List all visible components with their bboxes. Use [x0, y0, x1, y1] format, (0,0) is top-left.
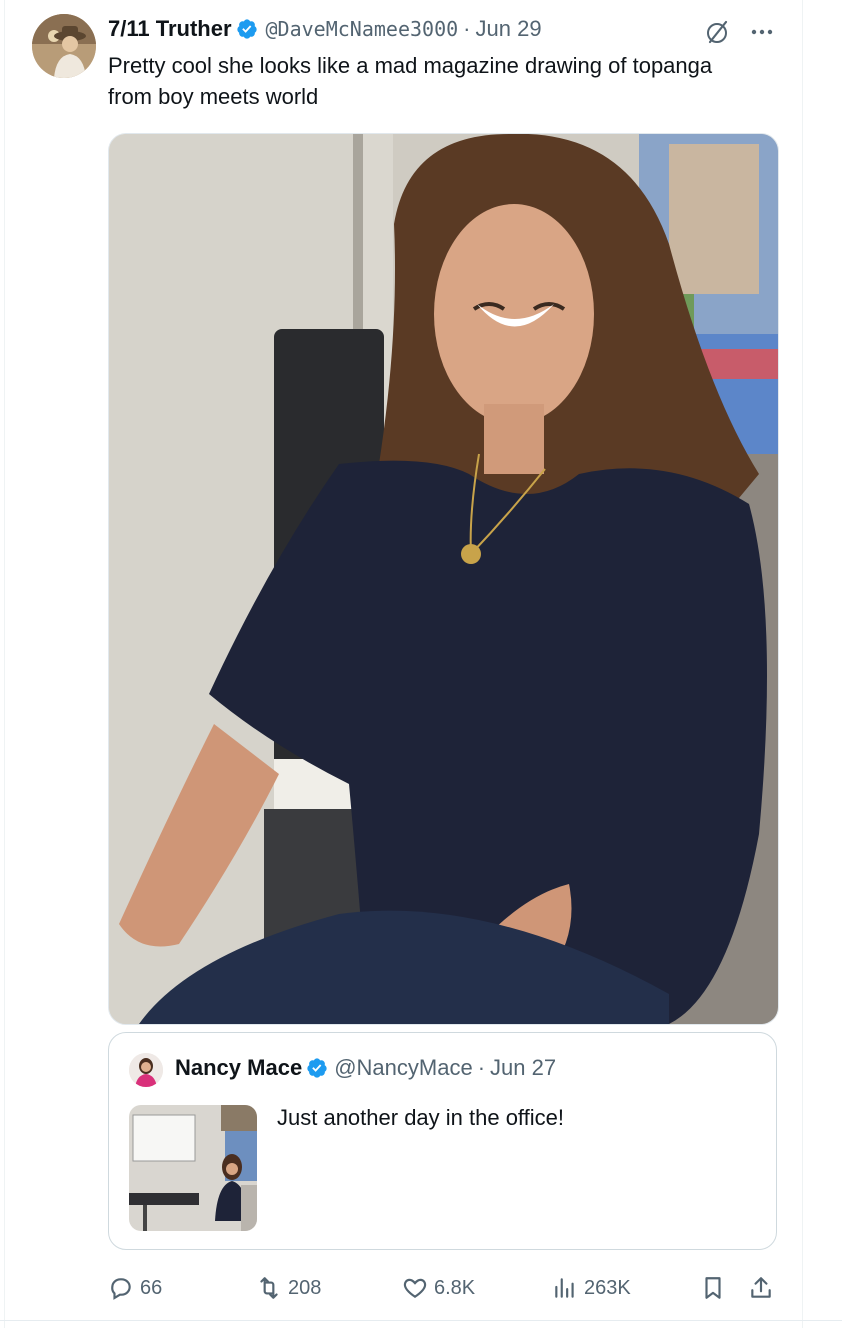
bookmark-button[interactable] — [700, 1268, 726, 1308]
author-handle-text: @DaveMcNamee3000 — [265, 17, 459, 41]
repost-button[interactable]: 208 — [256, 1268, 321, 1308]
more-icon[interactable] — [748, 18, 776, 46]
separator-dot: · — [463, 16, 471, 41]
views-count: 263K — [584, 1276, 631, 1299]
repost-count: 208 — [288, 1276, 322, 1299]
tweet-divider — [0, 1320, 842, 1321]
heart-icon — [403, 1278, 427, 1298]
grok-icon[interactable] — [704, 18, 732, 46]
author-handle[interactable]: @DaveMcNamee3000 — [266, 16, 459, 42]
quoted-author-name[interactable]: Nancy Mace — [175, 1055, 302, 1081]
quoted-text: Just another day in the office! — [277, 1105, 564, 1130]
verified-badge-icon — [307, 1058, 327, 1078]
action-bar: 66 208 6.8K 263K — [108, 1268, 777, 1308]
quoted-author-avatar[interactable] — [129, 1053, 163, 1087]
tweet-date[interactable]: Jun 29 — [476, 16, 542, 42]
author-name[interactable]: 7/11 Truther — [108, 16, 232, 42]
reply-count: 66 — [140, 1276, 163, 1299]
quoted-date[interactable]: Jun 27 — [490, 1055, 556, 1081]
timeline-border-left — [4, 0, 5, 1328]
verified-badge-icon — [236, 19, 257, 39]
tweet-photo[interactable] — [108, 133, 779, 1025]
quoted-separator-dot: · — [477, 1055, 486, 1080]
views-icon — [555, 1278, 574, 1298]
tweet-text: Pretty cool she looks like a mad magazin… — [108, 53, 713, 109]
share-button[interactable] — [748, 1268, 774, 1308]
quoted-tweet[interactable]: Nancy Mace @NancyMace · Jun 27 Just anot… — [108, 1032, 777, 1250]
reply-button[interactable]: 66 — [108, 1268, 162, 1308]
views-button[interactable]: 263K — [552, 1268, 631, 1308]
tweet-header: 7/11 Truther @DaveMcNamee3000 · Jun 29 — [108, 14, 542, 44]
share-icon — [751, 1277, 771, 1298]
quoted-photo-thumbnail[interactable] — [129, 1105, 257, 1231]
like-count: 6.8K — [434, 1276, 476, 1299]
bookmark-icon — [705, 1277, 721, 1299]
reply-icon — [111, 1278, 131, 1300]
quoted-header: Nancy Mace @NancyMace · Jun 27 — [175, 1055, 556, 1081]
author-avatar[interactable] — [32, 14, 96, 78]
like-button[interactable]: 6.8K — [402, 1268, 475, 1308]
timeline-border-right — [802, 0, 803, 1328]
quoted-author-handle[interactable]: @NancyMace — [334, 1055, 473, 1081]
repost-icon — [260, 1277, 278, 1299]
